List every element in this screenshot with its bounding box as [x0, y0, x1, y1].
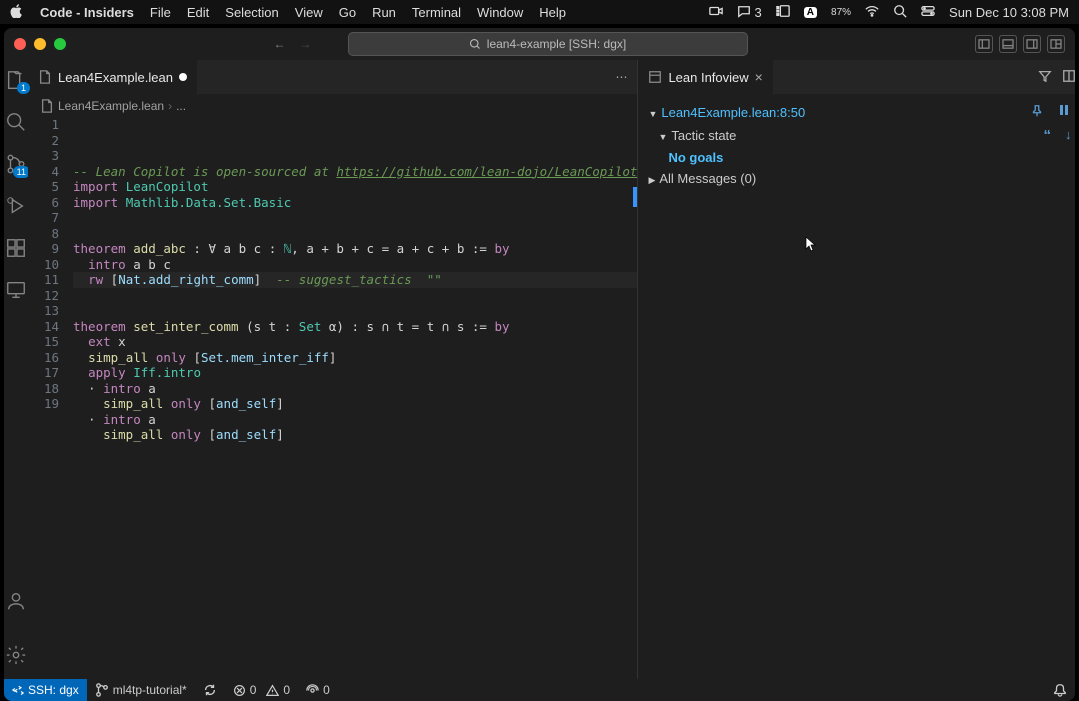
warning-icon	[266, 684, 279, 697]
arrow-down-icon[interactable]: ↓	[1065, 127, 1072, 144]
extensions-icon[interactable]	[4, 236, 28, 260]
status-bar: SSH: dgx ml4tp-tutorial* 0 0 0	[4, 679, 1075, 701]
sync-button[interactable]	[195, 683, 225, 697]
nav-forward-icon[interactable]: →	[300, 37, 312, 51]
tab-lean4example[interactable]: Lean4Example.lean	[28, 60, 198, 95]
close-icon[interactable]: ×	[755, 69, 763, 85]
layout-sidebar-left-icon[interactable]	[975, 35, 993, 53]
close-window-button[interactable]	[14, 38, 26, 50]
titlebar: ← → lean4-example [SSH: dgx]	[4, 28, 1075, 60]
infoview-tabs: Lean Infoview × ⋯	[638, 60, 1075, 95]
main-area: 1 11 Lean4Example.lean ⋯	[4, 60, 1075, 679]
source-control-icon[interactable]: 11	[4, 152, 28, 176]
file-icon	[40, 99, 54, 113]
ports-icon	[306, 684, 319, 697]
breadcrumb[interactable]: Lean4Example.lean › ...	[28, 95, 637, 117]
search-icon	[469, 38, 481, 50]
all-messages-header[interactable]: All Messages (0)	[648, 171, 756, 186]
activity-bar: 1 11	[4, 60, 28, 679]
quote-icon[interactable]: “	[1043, 127, 1051, 144]
pin-icon[interactable]	[1030, 104, 1044, 121]
search-activity-icon[interactable]	[4, 110, 28, 134]
tactic-state-header[interactable]: Tactic state	[658, 128, 736, 143]
error-icon	[233, 684, 246, 697]
clock[interactable]: Sun Dec 10 3:08 PM	[949, 5, 1069, 20]
menu-edit[interactable]: Edit	[187, 5, 209, 20]
modified-dot-icon	[179, 73, 187, 81]
line-gutter: 12345678910111213141516171819	[28, 117, 73, 679]
battery-icon[interactable]: 87%	[831, 7, 851, 18]
app-name[interactable]: Code - Insiders	[40, 5, 134, 20]
minimap-indicator	[633, 187, 637, 207]
settings-gear-icon[interactable]	[4, 643, 28, 667]
camera-icon[interactable]	[709, 4, 723, 21]
layout-sidebar-right-icon[interactable]	[1023, 35, 1041, 53]
git-branch[interactable]: ml4tp-tutorial*	[87, 683, 195, 697]
branch-icon	[95, 683, 109, 697]
code-editor[interactable]: 12345678910111213141516171819 -- Lean Co…	[28, 117, 637, 679]
menu-help[interactable]: Help	[539, 5, 566, 20]
editor-pane: Lean4Example.lean ⋯ Lean4Example.lean › …	[28, 60, 638, 679]
chat-status-icon[interactable]: 3	[737, 5, 762, 20]
layout-panel-icon[interactable]	[999, 35, 1017, 53]
code-lines[interactable]: -- Lean Copilot is open-sourced at https…	[73, 117, 637, 679]
apple-icon[interactable]	[10, 4, 24, 21]
ports-indicator[interactable]: 0	[298, 683, 338, 697]
editor-split: Lean4Example.lean ⋯ Lean4Example.lean › …	[28, 60, 1075, 679]
explorer-icon[interactable]: 1	[4, 68, 28, 92]
maximize-window-button[interactable]	[54, 38, 66, 50]
vscode-window: ← → lean4-example [SSH: dgx] 1 11	[4, 28, 1075, 701]
debug-icon[interactable]	[4, 194, 28, 218]
editor-tabs: Lean4Example.lean ⋯	[28, 60, 637, 95]
goals-text: No goals	[668, 150, 723, 165]
filter-icon[interactable]	[1038, 69, 1052, 86]
infoview-pane: Lean Infoview × ⋯ Lean4Example.lean:8:50	[638, 60, 1075, 679]
wifi-icon[interactable]	[865, 4, 879, 21]
problems-indicator[interactable]: 0 0	[225, 683, 298, 697]
sync-icon	[203, 683, 217, 697]
spotlight-icon[interactable]	[893, 4, 907, 21]
macos-menubar: Code - Insiders File Edit Selection View…	[0, 0, 1079, 24]
menu-selection[interactable]: Selection	[225, 5, 278, 20]
location-header[interactable]: Lean4Example.lean:8:50	[648, 105, 805, 120]
tab-more-icon[interactable]: ⋯	[615, 70, 627, 84]
notifications-icon[interactable]	[1045, 683, 1075, 697]
preview-icon	[648, 70, 662, 84]
tab-lean-infoview[interactable]: Lean Infoview ×	[638, 60, 773, 95]
input-badge-icon[interactable]: A	[804, 7, 817, 18]
remote-icon	[12, 684, 24, 696]
lean-infoview: Lean4Example.lean:8:50 Tactic state “ ↓	[638, 95, 1075, 679]
menu-window[interactable]: Window	[477, 5, 523, 20]
menu-run[interactable]: Run	[372, 5, 396, 20]
command-center[interactable]: lean4-example [SSH: dgx]	[348, 32, 748, 56]
remote-explorer-icon[interactable]	[4, 278, 28, 302]
menu-terminal[interactable]: Terminal	[412, 5, 461, 20]
file-icon	[38, 70, 52, 84]
nav-back-icon[interactable]: ←	[274, 37, 286, 51]
pause-icon[interactable]	[1058, 104, 1070, 121]
menu-view[interactable]: View	[295, 5, 323, 20]
menu-file[interactable]: File	[150, 5, 171, 20]
split-editor-icon[interactable]	[1062, 69, 1075, 86]
stage-manager-icon[interactable]	[776, 4, 790, 21]
control-center-icon[interactable]	[921, 4, 935, 21]
menu-go[interactable]: Go	[339, 5, 356, 20]
traffic-lights	[14, 38, 66, 50]
account-icon[interactable]	[4, 589, 28, 613]
minimize-window-button[interactable]	[34, 38, 46, 50]
remote-indicator[interactable]: SSH: dgx	[4, 679, 87, 701]
layout-customize-icon[interactable]	[1047, 35, 1065, 53]
